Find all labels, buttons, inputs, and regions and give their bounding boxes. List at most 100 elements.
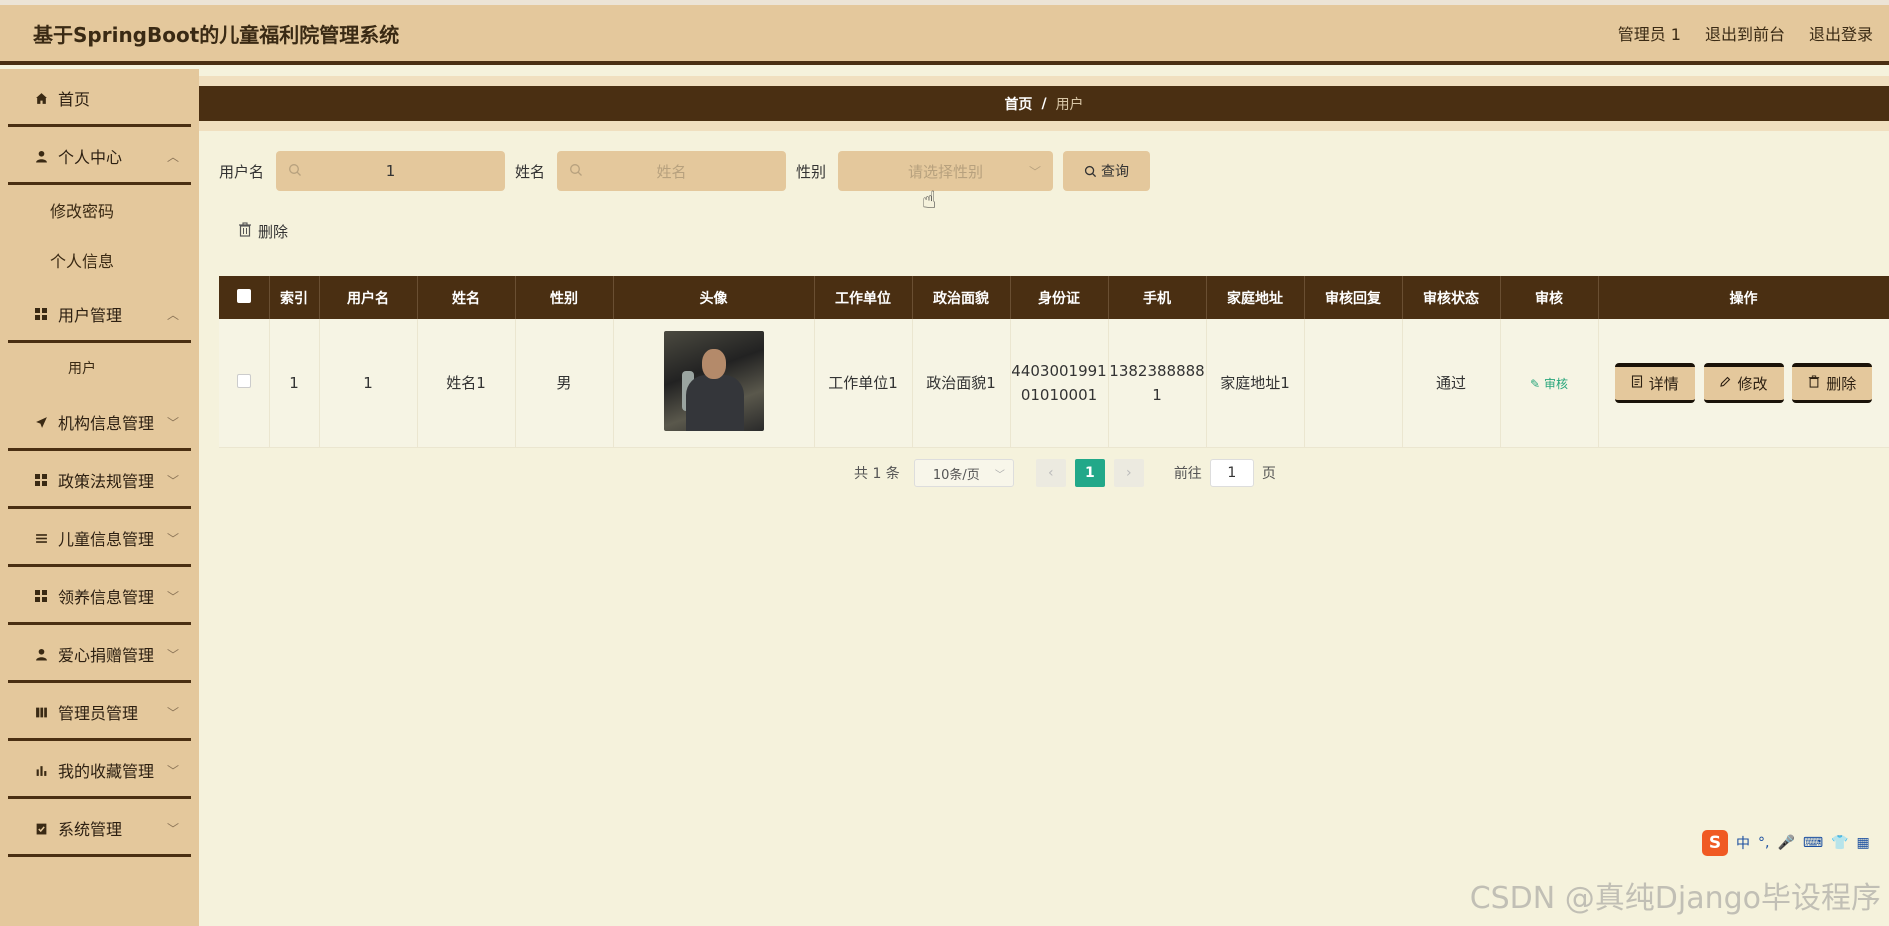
chevron-down-icon: ﹀	[166, 647, 179, 662]
sidebar-item-favorites[interactable]: 我的收藏管理 ﹀	[0, 741, 199, 799]
sidebar-item-label: 机构信息管理	[58, 414, 155, 433]
sidebar-subitem-users[interactable]: 用户	[0, 343, 199, 393]
sidebar-item-label: 个人中心	[58, 148, 123, 167]
col-phone: 手机	[1108, 276, 1207, 319]
audit-link-label: 审核	[1543, 376, 1568, 391]
page-unit-label: 页	[1261, 466, 1276, 482]
row-select-cell[interactable]	[219, 319, 270, 448]
query-button[interactable]: 查询	[1063, 151, 1151, 191]
ime-lang[interactable]: 中	[1736, 833, 1750, 853]
breadcrumb-container: 首页 / 用户	[199, 76, 1889, 131]
sidebar-item-system[interactable]: 系统管理 ﹀	[0, 799, 199, 857]
cell-audit: ✎ 审核	[1500, 319, 1599, 448]
select-all-header[interactable]	[219, 276, 270, 319]
logout-link[interactable]: 退出登录	[1809, 21, 1873, 45]
sidebar-item-org-info[interactable]: 机构信息管理 ﹀	[0, 393, 199, 451]
cell-status: 通过	[1402, 319, 1501, 448]
batch-delete-button[interactable]: 删除	[238, 221, 288, 242]
table-header-row: 索引 用户名 姓名 性别 头像 工作单位 政治面貌 身份证 手机 家庭地址 审核…	[219, 276, 1889, 319]
sidebar-item-label: 管理员管理	[58, 704, 139, 723]
exit-to-front-link[interactable]: 退出到前台	[1705, 21, 1785, 45]
app-title: 基于SpringBoot的儿童福利院管理系统	[33, 22, 400, 47]
chevron-up-icon: ︿	[166, 149, 179, 164]
gender-select[interactable]: 请选择性别 ﹀	[838, 151, 1054, 191]
chevron-down-icon: ﹀	[166, 589, 179, 604]
edit-button-label: 修改	[1737, 374, 1768, 393]
audit-link[interactable]: ✎ 审核	[1530, 377, 1568, 391]
cell-politics: 政治面貌1	[912, 319, 1011, 448]
edit-icon: ✎	[1530, 376, 1541, 391]
sidebar-item-user-management[interactable]: 用户管理 ︿	[0, 285, 199, 343]
breadcrumb-separator: /	[1041, 95, 1047, 112]
sidebar-item-adoption[interactable]: 领养信息管理 ﹀	[0, 567, 199, 625]
hand-cursor-icon: ☝	[922, 186, 937, 214]
cell-name: 姓名1	[417, 319, 516, 448]
detail-button[interactable]: 详情	[1614, 362, 1695, 403]
sogou-logo-icon[interactable]: S	[1702, 830, 1728, 856]
query-button-label: 查询	[1101, 163, 1130, 179]
page-size-select[interactable]: 10条/页 ﹀	[913, 459, 1014, 487]
cell-username: 1	[319, 319, 418, 448]
username-input[interactable]: 1	[276, 151, 506, 191]
username-label: 用户名	[219, 162, 265, 181]
ime-punct[interactable]: °,	[1758, 835, 1769, 851]
chevron-down-icon: ﹀	[166, 415, 179, 430]
breadcrumb-current: 用户	[1055, 96, 1084, 113]
trash-icon	[1808, 374, 1820, 392]
delete-button[interactable]: 删除	[1792, 362, 1873, 403]
name-input[interactable]: 姓名	[557, 151, 787, 191]
sidebar-item-personal-center[interactable]: 个人中心 ︿	[0, 127, 199, 185]
sidebar-item-label: 我的收藏管理	[58, 762, 155, 781]
search-icon	[569, 163, 583, 181]
admin-label[interactable]: 管理员 1	[1618, 21, 1681, 45]
user-icon	[34, 647, 48, 661]
book-icon	[34, 705, 48, 719]
sidebar-item-admin[interactable]: 管理员管理 ﹀	[0, 683, 199, 741]
sidebar-item-home[interactable]: 首页	[0, 69, 199, 127]
edit-button[interactable]: 修改	[1703, 362, 1784, 403]
keyboard-icon[interactable]: ⌨	[1803, 835, 1823, 851]
detail-button-label: 详情	[1648, 374, 1679, 393]
table-row: 1 1 姓名1 男 工作单位1 政治面貌1 440300199101010001…	[219, 319, 1889, 448]
sidebar-item-label: 首页	[58, 90, 91, 109]
page-number-current[interactable]: 1	[1074, 459, 1105, 487]
sidebar-item-policy[interactable]: 政策法规管理 ﹀	[0, 451, 199, 509]
col-status: 审核状态	[1402, 276, 1501, 319]
col-index: 索引	[269, 276, 320, 319]
col-work: 工作单位	[814, 276, 913, 319]
select-all-checkbox[interactable]	[236, 288, 251, 303]
prev-page-button[interactable]: ‹	[1035, 459, 1066, 487]
chevron-down-icon: ﹀	[1029, 164, 1042, 179]
grid-icon	[34, 473, 48, 487]
sidebar-subitem-profile[interactable]: 个人信息	[0, 235, 199, 285]
sidebar-item-label: 系统管理	[58, 820, 123, 839]
clipboard-icon	[34, 821, 48, 835]
skin-icon[interactable]: 👕	[1831, 835, 1848, 851]
chevron-down-icon: ﹀	[166, 763, 179, 778]
gender-label: 性别	[796, 162, 827, 181]
cell-phone: 13823888881	[1108, 319, 1207, 448]
col-audit: 审核	[1500, 276, 1599, 319]
bar-chart-icon	[34, 763, 48, 777]
next-page-button[interactable]: ›	[1113, 459, 1144, 487]
apps-icon[interactable]: ▦	[1857, 835, 1870, 851]
col-gender: 性别	[515, 276, 614, 319]
sidebar-item-label: 用户管理	[58, 306, 123, 325]
cell-work: 工作单位1	[814, 319, 913, 448]
name-label: 姓名	[515, 162, 546, 181]
goto-page-input[interactable]: 1	[1209, 459, 1254, 487]
breadcrumb-home[interactable]: 首页	[1004, 94, 1032, 114]
row-checkbox[interactable]	[236, 373, 251, 388]
cell-avatar	[613, 319, 815, 448]
batch-delete-label: 删除	[258, 223, 289, 241]
avatar[interactable]	[663, 330, 764, 431]
chevron-down-icon: ﹀	[994, 469, 1005, 481]
microphone-icon[interactable]: 🎤	[1777, 835, 1794, 851]
list-icon	[34, 531, 48, 545]
sidebar-item-donation[interactable]: 爱心捐赠管理 ﹀	[0, 625, 199, 683]
sidebar-subitem-change-password[interactable]: 修改密码	[0, 185, 199, 235]
sidebar-item-children-info[interactable]: 儿童信息管理 ﹀	[0, 509, 199, 567]
send-icon	[34, 415, 48, 429]
chevron-up-icon: ︿	[166, 307, 179, 322]
sidebar-item-label: 领养信息管理	[58, 588, 155, 607]
